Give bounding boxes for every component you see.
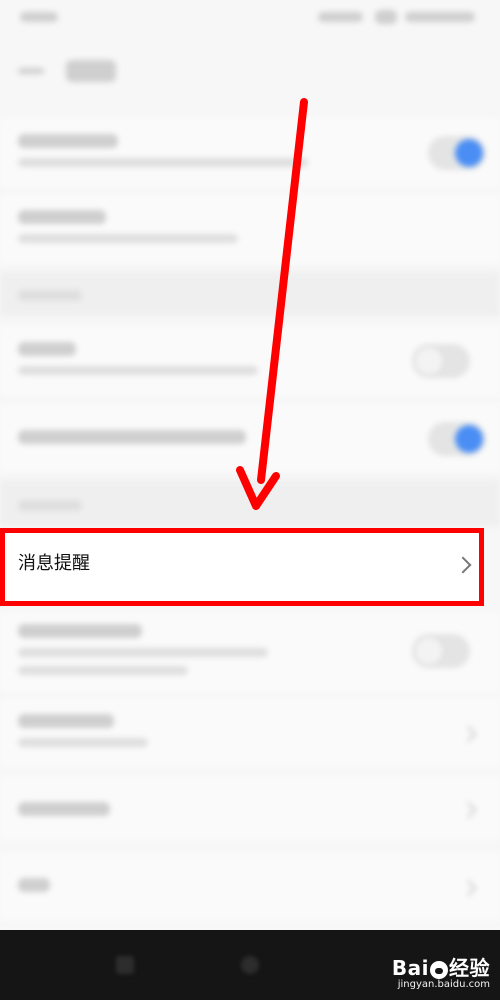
paw-icon — [430, 960, 448, 979]
annotation-arrow — [236, 98, 308, 510]
watermark-brand: Bai — [391, 956, 429, 980]
watermark-url: jingyan.baidu.com — [397, 979, 490, 990]
baidu-jingyan-watermark: Bai 经验 jingyan.baidu.com — [392, 952, 490, 990]
watermark-brand-tail: 经验 — [449, 956, 490, 980]
